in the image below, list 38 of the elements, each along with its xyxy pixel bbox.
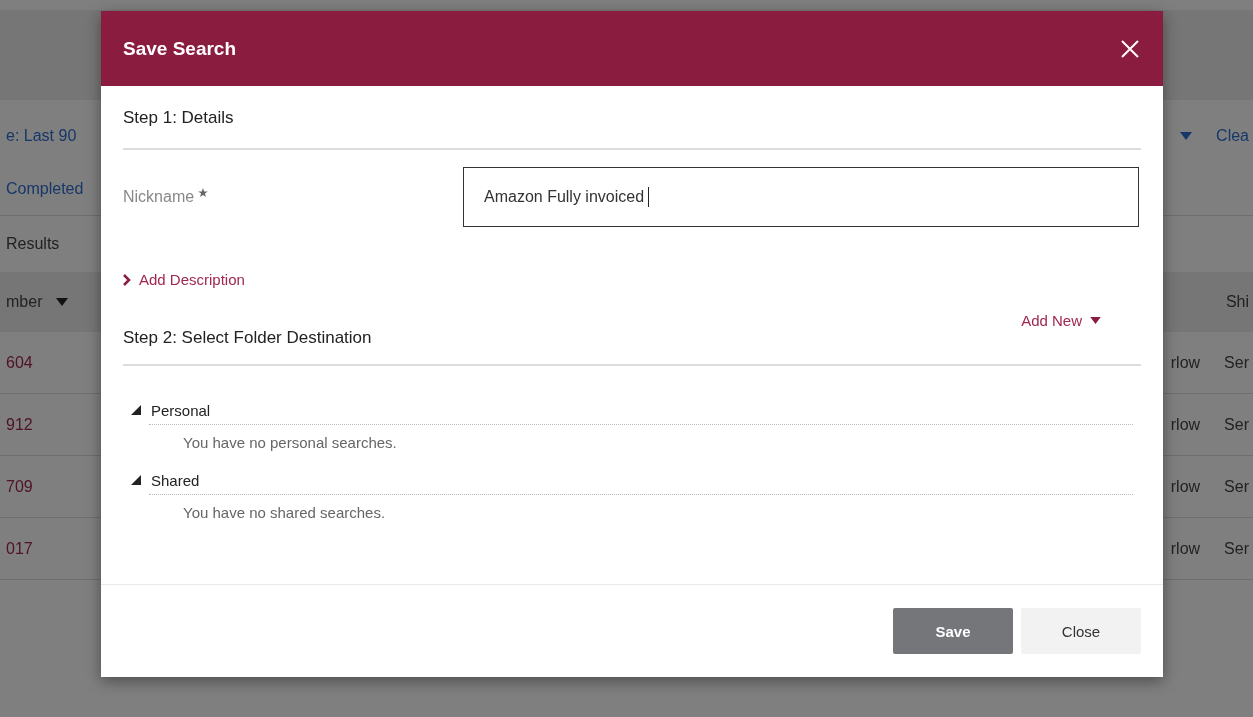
column-header[interactable]: mber [6,293,43,311]
folder-node[interactable]: Personal [131,396,1133,424]
filter-link[interactable]: e: Last 90 [6,126,77,145]
table-cell[interactable]: 912 [6,415,33,434]
dialog-title: Save Search [123,37,237,60]
save-button[interactable]: Save [893,608,1013,654]
expand-triangle-icon [131,405,141,415]
table-cell: Ser [1224,477,1249,496]
column-header[interactable]: Shi [1225,293,1249,311]
table-cell[interactable]: 709 [6,477,33,496]
table-cell[interactable]: 017 [6,539,33,558]
chevron-icon [123,273,131,286]
empty-message: You have no personal searches. [183,434,397,451]
empty-message: You have no shared searches. [183,504,386,521]
status-link[interactable]: Completed [6,180,84,198]
table-cell: rlow [1170,415,1201,434]
table-cell: Ser [1224,539,1249,558]
table-cell[interactable]: 604 [6,353,33,372]
close-button[interactable]: Close [1021,608,1141,654]
sort-caret-icon [56,298,69,306]
dropdown-caret-icon [1180,131,1193,140]
field-label: Nickname [123,188,463,206]
expand-triangle-icon [131,475,141,485]
input-field[interactable]: Amazon Fully invoiced [463,167,1139,227]
results-label: Results [6,235,60,253]
add-description-link[interactable]: Add Description [123,271,245,288]
clear-link[interactable]: Clea [1216,126,1249,145]
table-cell: rlow [1170,539,1201,558]
table-cell: Ser [1224,353,1249,372]
table-cell: Ser [1224,415,1249,434]
step-title: Step 1: Details [123,108,234,128]
caret-icon [1090,317,1101,324]
folder-node[interactable]: Shared [131,466,1133,494]
add-new-dropdown[interactable]: Add New [1021,312,1101,329]
close-icon[interactable] [1119,37,1141,60]
step-title: Step 2: Select Folder Destination [123,328,372,348]
table-cell: rlow [1170,353,1201,372]
table-cell: rlow [1170,477,1201,496]
